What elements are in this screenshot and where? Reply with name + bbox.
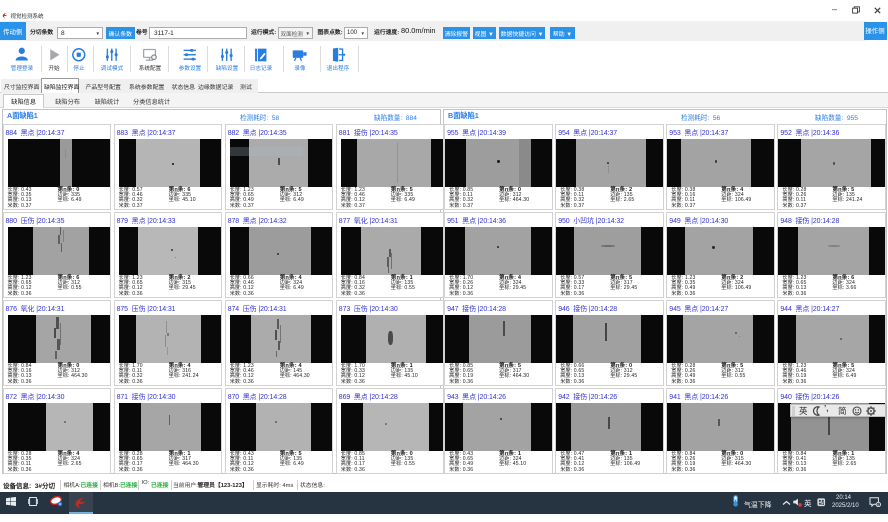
svg-text:6: 6 [877,502,879,506]
